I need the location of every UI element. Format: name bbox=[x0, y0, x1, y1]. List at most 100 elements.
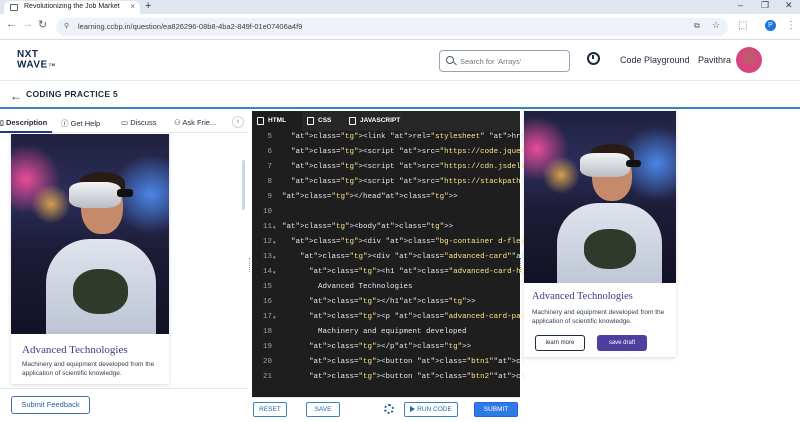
browser-tab-title: Revolutionizing the Job Market bbox=[24, 3, 120, 10]
line-number: 14 bbox=[262, 268, 272, 276]
left-panel-tabs: ▯ Description ⓘ Get Help ▭ Discuss ⚇ Ask… bbox=[0, 111, 248, 133]
browser-profile-avatar[interactable]: P bbox=[765, 20, 776, 31]
tab-html[interactable]: HTML bbox=[252, 111, 302, 131]
tab-javascript-label: JAVASCRIPT bbox=[360, 117, 401, 124]
logo-line-1: NXT bbox=[17, 49, 39, 60]
settings-gear-icon[interactable] bbox=[384, 404, 394, 414]
left-resize-handle[interactable] bbox=[249, 258, 251, 272]
right-resize-handle[interactable] bbox=[520, 258, 522, 272]
search-input[interactable] bbox=[460, 55, 565, 68]
fold-arrow-icon[interactable]: ▾ bbox=[273, 270, 276, 276]
submit-feedback-button[interactable]: Submit Feedback bbox=[11, 396, 90, 414]
discuss-icon: ▭ bbox=[121, 118, 129, 127]
active-tab-indicator bbox=[0, 131, 52, 133]
line-number: 19 bbox=[262, 343, 272, 351]
line-number: 18 bbox=[262, 328, 272, 336]
line-number: 6 bbox=[267, 148, 272, 156]
code-editor[interactable]: HTML CSS JAVASCRIPT 5 6 7 8 9 10 11 ▾ 12 ▾ 13 ▾ 14 ▾ 1… bbox=[252, 111, 719, 397]
fold-arrow-icon[interactable]: ▾ bbox=[273, 240, 276, 246]
submit-button[interactable]: SUBMIT bbox=[474, 402, 518, 417]
tab-javascript[interactable]: JAVASCRIPT bbox=[344, 111, 424, 131]
line-number: 17 bbox=[262, 313, 272, 321]
reset-button[interactable]: RESET bbox=[253, 402, 287, 417]
code-line[interactable]: "at">class="tg"></head"at">class="tg">> bbox=[282, 193, 458, 201]
tab-description[interactable]: ▯ Description bbox=[0, 118, 47, 127]
maximize-icon[interactable]: ❐ bbox=[761, 0, 769, 11]
people-icon: ⚇ bbox=[174, 118, 181, 127]
code-line[interactable]: "at">class="tg"></h1"at">class="tg">> bbox=[309, 298, 476, 306]
logo-wave: WAVE bbox=[17, 59, 48, 71]
line-number: 15 bbox=[262, 283, 272, 291]
description-icon: ▯ bbox=[0, 120, 4, 127]
fold-arrow-icon[interactable]: ▾ bbox=[273, 315, 276, 321]
logo-tm: TM bbox=[48, 62, 56, 67]
back-icon[interactable]: ← bbox=[6, 18, 17, 30]
line-number: 7 bbox=[267, 163, 272, 171]
window-close-icon[interactable]: ✕ bbox=[785, 0, 793, 11]
line-number: 10 bbox=[262, 208, 272, 216]
line-number: 8 bbox=[267, 178, 272, 186]
fold-arrow-icon[interactable]: ▾ bbox=[273, 225, 276, 231]
line-number: 21 bbox=[262, 373, 272, 381]
vr-user-image bbox=[11, 134, 169, 334]
tab-discuss[interactable]: ▭ Discuss bbox=[121, 118, 156, 127]
fold-arrow-icon[interactable]: ▾ bbox=[273, 255, 276, 261]
html-file-icon bbox=[257, 117, 264, 125]
reload-icon[interactable]: ↻ bbox=[38, 18, 47, 31]
nxtwave-logo[interactable]: NXT WAVETM bbox=[17, 50, 56, 71]
tab-ask-friends-label: Ask Frie... bbox=[182, 118, 217, 127]
save-button[interactable]: SAVE bbox=[306, 402, 340, 417]
tab-css-label: CSS bbox=[318, 117, 332, 124]
description-panel: Advanced Technologies Machinery and equi… bbox=[0, 134, 248, 388]
problem-title: CODING PRACTICE 5 bbox=[26, 89, 118, 99]
run-code-button[interactable]: RUN CODE bbox=[404, 402, 458, 417]
learn-more-button[interactable]: learn more bbox=[535, 335, 585, 351]
tab-ask-friends[interactable]: ⚇ Ask Frie... bbox=[174, 118, 216, 127]
card-heading: Advanced Technologies bbox=[22, 344, 128, 356]
line-number: 5 bbox=[267, 133, 272, 141]
editor-tabs: HTML CSS JAVASCRIPT bbox=[252, 111, 520, 131]
tab-css[interactable]: CSS bbox=[302, 111, 344, 131]
timer-icon[interactable] bbox=[587, 52, 600, 65]
preview-card: Advanced Technologies Machinery and equi… bbox=[11, 134, 169, 384]
collapse-panel-icon[interactable]: ‹ bbox=[232, 116, 244, 128]
play-icon bbox=[410, 406, 416, 412]
code-line[interactable]: Machinery and equipment developed bbox=[318, 328, 467, 336]
user-name[interactable]: Pavithra bbox=[698, 55, 731, 65]
code-playground-link[interactable]: Code Playground bbox=[620, 55, 690, 65]
search-icon bbox=[446, 56, 454, 64]
line-number: 11 bbox=[262, 223, 272, 231]
browser-menu-icon[interactable]: ⋮ bbox=[786, 20, 796, 31]
user-avatar[interactable] bbox=[736, 47, 762, 73]
address-bar[interactable]: ⚲ learning.ccbp.in/question/ea826296-08b… bbox=[56, 18, 728, 36]
tab-description-label: Description bbox=[5, 118, 48, 127]
code-line[interactable]: "at">class="tg"><body"at">class="tg">> bbox=[282, 223, 453, 231]
url-text[interactable]: learning.ccbp.in/question/ea826296-08b8-… bbox=[78, 22, 302, 31]
line-number: 12 bbox=[262, 238, 272, 246]
code-line[interactable]: "at">class="tg"></p"at">class="tg">> bbox=[309, 343, 471, 351]
browser-tab-bar: Revolutionizing the Job Market × + – ❐ ✕ bbox=[0, 0, 800, 14]
extensions-icon[interactable]: ⬚ bbox=[738, 20, 747, 31]
bookmark-star-icon[interactable]: ☆ bbox=[712, 20, 720, 31]
search-box[interactable] bbox=[439, 50, 570, 72]
forward-icon[interactable]: → bbox=[22, 18, 33, 30]
browser-tab[interactable]: Revolutionizing the Job Market × bbox=[4, 1, 140, 14]
code-line[interactable]: Advanced Technologies bbox=[318, 283, 413, 291]
page-favicon-icon bbox=[10, 4, 18, 11]
new-tab-button[interactable]: + bbox=[145, 0, 151, 12]
line-number: 16 bbox=[262, 298, 272, 306]
tab-get-help[interactable]: ⓘ Get Help bbox=[61, 118, 100, 129]
minimize-icon[interactable]: – bbox=[738, 0, 743, 10]
description-scrollbar[interactable] bbox=[242, 160, 245, 210]
app-header: NXT WAVETM Code Playground Pavithra bbox=[0, 40, 800, 81]
back-arrow-icon[interactable]: ← bbox=[10, 89, 22, 103]
tab-close-icon[interactable]: × bbox=[130, 2, 135, 11]
output-card: Advanced Technologies Machinery and equi… bbox=[524, 111, 676, 357]
logo-line-2: WAVETM bbox=[17, 60, 56, 71]
output-card-paragraph: Machinery and equipment developed from t… bbox=[532, 309, 665, 325]
install-icon[interactable]: ⧉ bbox=[694, 21, 700, 31]
site-info-icon[interactable]: ⚲ bbox=[64, 22, 69, 30]
output-vr-image bbox=[524, 111, 676, 283]
save-draft-button[interactable]: save draft bbox=[597, 335, 647, 351]
card-paragraph: Machinery and equipment developed from t… bbox=[22, 361, 155, 377]
